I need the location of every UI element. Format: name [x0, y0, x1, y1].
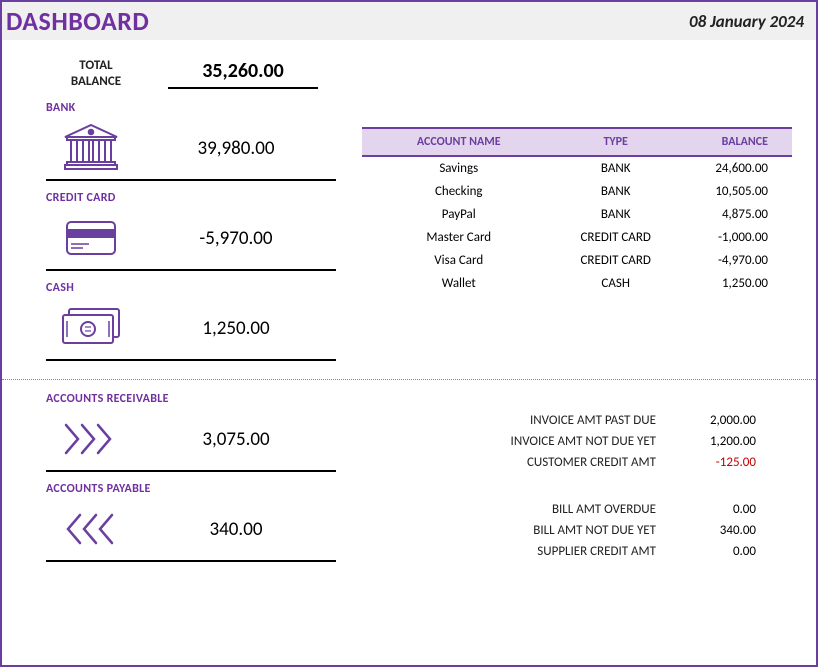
kv-value: 1,200.00: [656, 434, 756, 449]
left-column: BANK 39,980.00: [2, 101, 362, 371]
kv-row: INVOICE AMT PAST DUE2,000.00: [362, 410, 756, 431]
main-area: BANK 39,980.00: [2, 95, 816, 371]
col-account-name: ACCOUNT NAME: [362, 128, 556, 156]
receivable-icon: [46, 412, 136, 466]
credit-card-icon: [46, 211, 136, 265]
ap-value: 340.00: [136, 518, 336, 541]
cell-balance: 1,250.00: [676, 272, 792, 295]
cell-type: BANK: [556, 156, 676, 180]
cell-name: Visa Card: [362, 249, 556, 272]
kv-key: SUPPLIER CREDIT AMT: [362, 544, 656, 559]
credit-card-row: -5,970.00: [46, 209, 336, 271]
kv-key: CUSTOMER CREDIT AMT: [362, 455, 656, 470]
col-balance: BALANCE: [676, 128, 792, 156]
kv-key: BILL AMT NOT DUE YET: [362, 523, 656, 538]
cell-balance: -4,970.00: [676, 249, 792, 272]
header-bar: DASHBOARD 08 January 2024: [2, 2, 816, 40]
report-date: 08 January 2024: [689, 11, 804, 32]
credit-card-label: CREDIT CARD: [46, 191, 362, 205]
cell-balance: 10,505.00: [676, 180, 792, 203]
cell-balance: 4,875.00: [676, 203, 792, 226]
payable-icon: [46, 502, 136, 556]
cash-label: CASH: [46, 281, 362, 295]
col-type: TYPE: [556, 128, 676, 156]
kv-value: 340.00: [656, 523, 756, 538]
bottom-right: INVOICE AMT PAST DUE2,000.00INVOICE AMT …: [362, 392, 816, 572]
cell-balance: 24,600.00: [676, 156, 792, 180]
cash-value: 1,250.00: [136, 317, 336, 340]
kv-value: 0.00: [656, 544, 756, 559]
cell-name: Wallet: [362, 272, 556, 295]
table-row: Visa CardCREDIT CARD-4,970.00: [362, 249, 792, 272]
accounts-header-row: ACCOUNT NAME TYPE BALANCE: [362, 128, 792, 156]
kv-row: CUSTOMER CREDIT AMT-125.00: [362, 452, 756, 473]
cell-name: Master Card: [362, 226, 556, 249]
cell-type: CREDIT CARD: [556, 226, 676, 249]
cash-icon: [46, 301, 136, 355]
cell-name: PayPal: [362, 203, 556, 226]
bank-row: 39,980.00: [46, 119, 336, 181]
bank-label: BANK: [46, 101, 362, 115]
table-row: PayPalBANK4,875.00: [362, 203, 792, 226]
right-column: ACCOUNT NAME TYPE BALANCE SavingsBANK24,…: [362, 101, 816, 371]
total-balance-row: TOTAL BALANCE 35,260.00: [2, 40, 816, 95]
ap-row: 340.00: [46, 500, 336, 562]
kv-row: BILL AMT OVERDUE0.00: [362, 499, 756, 520]
bottom-left: ACCOUNTS RECEIVABLE 3,075.00 ACCOUNTS PA…: [2, 392, 362, 572]
bank-value: 39,980.00: [136, 137, 336, 160]
total-label-l2: BALANCE: [71, 74, 121, 89]
table-row: WalletCASH1,250.00: [362, 272, 792, 295]
cell-type: CREDIT CARD: [556, 249, 676, 272]
kv-value: -125.00: [656, 455, 756, 470]
credit-card-value: -5,970.00: [136, 227, 336, 250]
table-row: CheckingBANK10,505.00: [362, 180, 792, 203]
cell-name: Checking: [362, 180, 556, 203]
bottom-area: ACCOUNTS RECEIVABLE 3,075.00 ACCOUNTS PA…: [2, 392, 816, 572]
kv-row: SUPPLIER CREDIT AMT0.00: [362, 541, 756, 562]
kv-key: INVOICE AMT NOT DUE YET: [362, 434, 656, 449]
accounts-table: ACCOUNT NAME TYPE BALANCE SavingsBANK24,…: [362, 127, 792, 295]
cell-balance: -1,000.00: [676, 226, 792, 249]
cell-type: CASH: [556, 272, 676, 295]
cell-type: BANK: [556, 180, 676, 203]
ar-value: 3,075.00: [136, 428, 336, 451]
table-row: Master CardCREDIT CARD-1,000.00: [362, 226, 792, 249]
kv-key: INVOICE AMT PAST DUE: [362, 413, 656, 428]
cash-row: 1,250.00: [46, 299, 336, 361]
cell-type: BANK: [556, 203, 676, 226]
kv-value: 0.00: [656, 502, 756, 517]
cell-name: Savings: [362, 156, 556, 180]
total-label-l1: TOTAL: [79, 58, 112, 73]
page-title: DASHBOARD: [6, 5, 149, 37]
bank-icon: [46, 121, 136, 175]
kv-row: BILL AMT NOT DUE YET340.00: [362, 520, 756, 541]
table-row: SavingsBANK24,600.00: [362, 156, 792, 180]
ar-label: ACCOUNTS RECEIVABLE: [46, 392, 362, 406]
kv-value: 2,000.00: [656, 413, 756, 428]
total-balance-value: 35,260.00: [168, 59, 318, 89]
section-divider: [2, 379, 816, 380]
ap-label: ACCOUNTS PAYABLE: [46, 482, 362, 496]
total-balance-label: TOTAL BALANCE: [46, 58, 146, 89]
kv-key: BILL AMT OVERDUE: [362, 502, 656, 517]
ar-row: 3,075.00: [46, 410, 336, 472]
kv-row: INVOICE AMT NOT DUE YET1,200.00: [362, 431, 756, 452]
